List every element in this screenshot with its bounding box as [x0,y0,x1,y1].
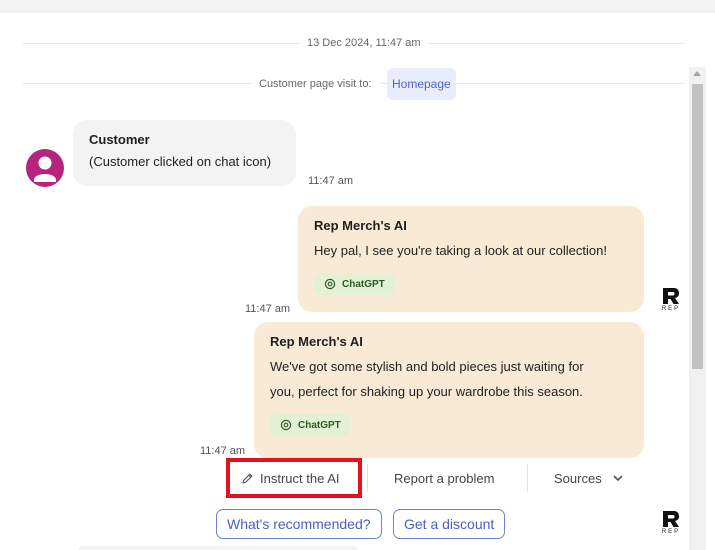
page-visit-divider: Customer page visit to: [23,68,685,100]
message-author: Rep Merch's AI [270,334,363,349]
next-message-peek [78,546,358,550]
message-actions: Instruct the AI Report a problem Sources [226,458,646,498]
customer-message: Customer (Customer clicked on chat icon) [73,120,296,186]
ai-message: Rep Merch's AI We've got some stylish an… [254,322,644,458]
scroll-thumb[interactable] [692,84,703,369]
instruct-ai-button[interactable]: Instruct the AI [226,458,362,498]
chatgpt-icon [324,278,336,290]
date-label: 13 Dec 2024, 11:47 am [299,34,429,52]
date-divider: 13 Dec 2024, 11:47 am [23,34,685,52]
rep-logo-icon: REP [660,510,682,538]
page-visit-label: Customer page visit to: [251,75,380,93]
source-chip[interactable]: ChatGPT [314,273,395,295]
message-timestamp: 11:47 am [308,175,354,187]
report-problem-label: Report a problem [394,470,495,486]
message-line: We've got some stylish and bold pieces j… [270,359,584,374]
scrollbar[interactable] [689,67,706,550]
suggestion-get-discount[interactable]: Get a discount [393,509,506,539]
chatgpt-icon [280,419,292,431]
top-bar [0,0,715,13]
user-avatar-icon [26,149,64,187]
source-chip[interactable]: ChatGPT [270,414,351,436]
sources-label: Sources [554,470,602,486]
message-timestamp: 11:47 am [200,445,246,457]
message-timestamp: 11:47 am [245,303,291,315]
message-text: (Customer clicked on chat icon) [89,154,272,169]
action-separator [527,464,528,492]
scroll-up-arrow[interactable] [693,71,701,76]
message-line: you, perfect for shaking up your wardrob… [270,384,583,399]
report-problem-button[interactable]: Report a problem [394,458,494,498]
homepage-link[interactable]: Homepage [387,68,456,100]
action-separator [367,464,368,492]
pencil-icon [242,473,253,484]
message-author: Customer [89,132,150,147]
source-label: ChatGPT [298,419,341,431]
suggestion-whats-recommended[interactable]: What's recommended? [216,509,382,539]
chevron-down-icon [613,475,623,481]
message-text: Hey pal, I see you're taking a look at o… [314,243,607,258]
rep-logo-icon: REP [660,287,682,315]
source-label: ChatGPT [342,278,385,290]
instruct-ai-label: Instruct the AI [260,470,340,486]
ai-message: Rep Merch's AI Hey pal, I see you're tak… [298,206,644,312]
message-text: We've got some stylish and bold pieces j… [270,354,628,404]
message-author: Rep Merch's AI [314,218,407,233]
sources-dropdown[interactable]: Sources [554,458,624,498]
